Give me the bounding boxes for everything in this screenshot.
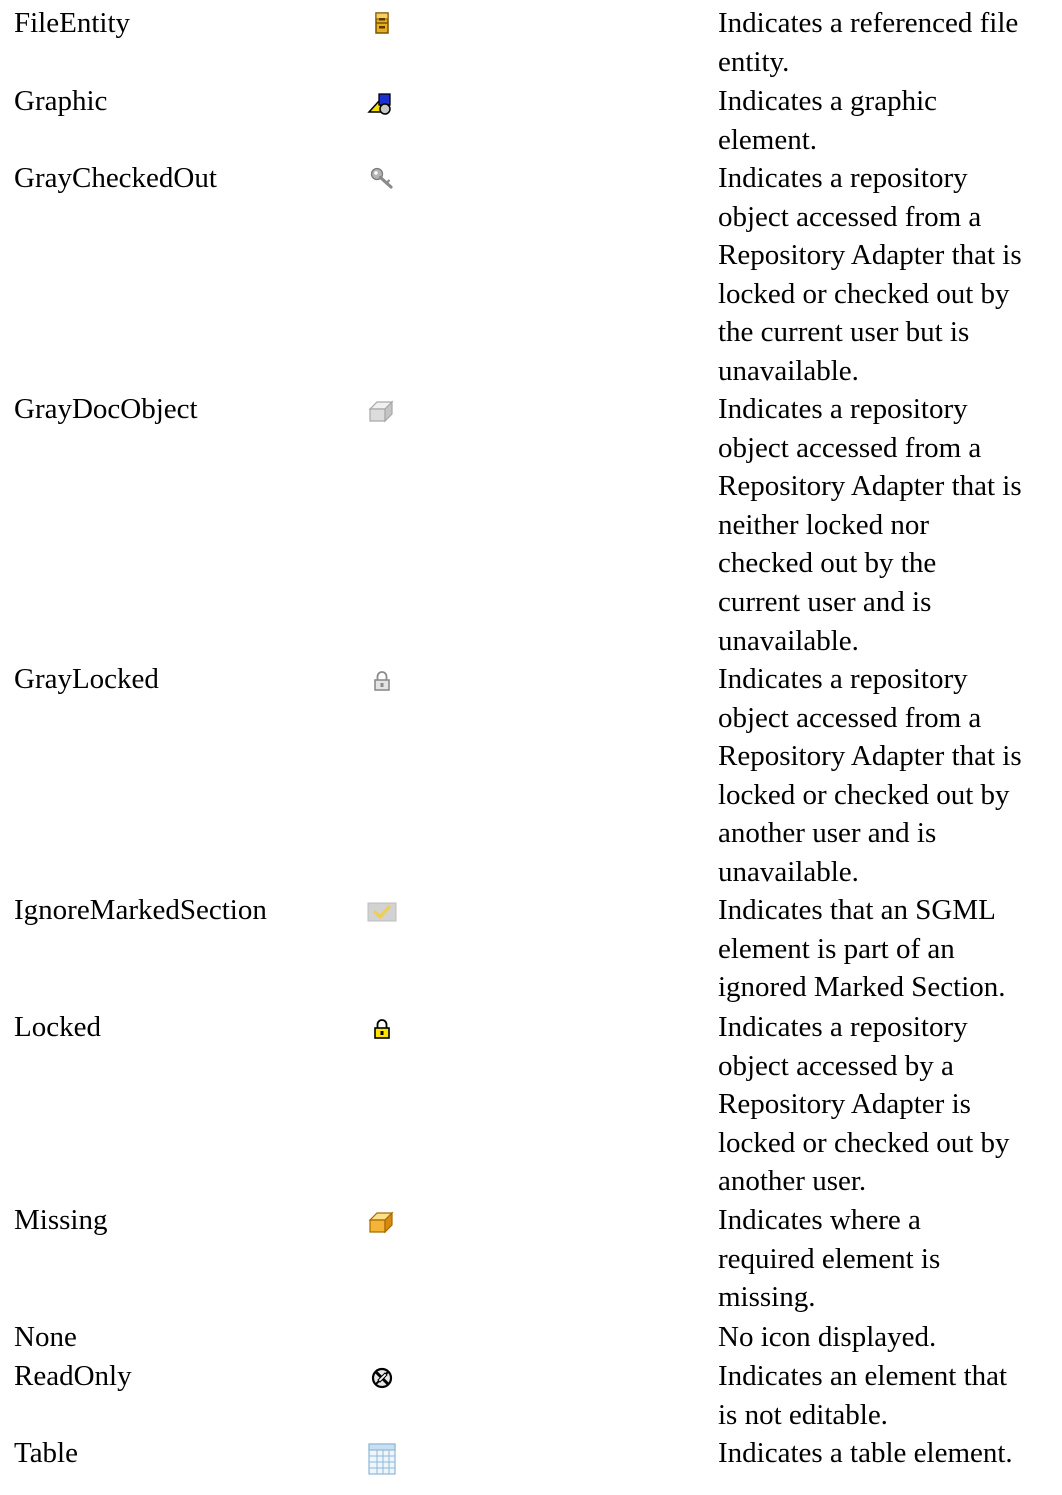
gray-cube-icon	[367, 398, 397, 424]
table-row: GrayLocked Indicates a repository object…	[0, 656, 1062, 888]
table-row: ReadOnly Indicates an element that is no…	[0, 1353, 1062, 1431]
table-row: Graphic Indicates a graphic element.	[0, 78, 1062, 156]
row-name: IgnoreMarkedSection	[14, 894, 267, 926]
row-name: Locked	[14, 1011, 101, 1043]
row-name: Table	[14, 1437, 78, 1469]
row-name: GrayCheckedOut	[14, 162, 217, 194]
table-row: Table Indicates a table element.	[0, 1430, 1062, 1480]
row-name: GrayDocObject	[14, 393, 198, 425]
gray-key-icon	[367, 165, 397, 191]
row-name: None	[14, 1321, 77, 1353]
row-description: Indicates a repository object accessed f…	[718, 393, 1022, 657]
orange-cube-icon	[367, 1209, 397, 1235]
row-description: Indicates where a required element is mi…	[718, 1204, 941, 1314]
graphic-shapes-icon	[367, 90, 397, 116]
file-cabinet-icon	[367, 10, 397, 36]
row-description: Indicates a referenced file entity.	[718, 7, 1019, 78]
row-name: Missing	[14, 1204, 108, 1236]
row-name: FileEntity	[14, 7, 130, 39]
table-row: FileEntity Indicates a referenced file e…	[0, 0, 1062, 78]
table-row: GrayDocObject Indicates a repository obj…	[0, 386, 1062, 657]
gray-checkmark-icon	[367, 899, 397, 925]
row-name: ReadOnly	[14, 1360, 132, 1392]
row-description: Indicates a repository object accessed f…	[718, 663, 1022, 888]
table-row: IgnoreMarkedSection Indicates that an SG…	[0, 887, 1062, 1004]
table-row: None No icon displayed.	[0, 1314, 1062, 1353]
yellow-lock-icon	[367, 1016, 397, 1042]
table-grid-icon	[367, 1442, 397, 1476]
crossed-pencil-icon	[367, 1365, 397, 1391]
row-name: Graphic	[14, 85, 108, 117]
row-description: Indicates that an SGML element is part o…	[718, 894, 1006, 1004]
table-row: Missing Indicates where a required eleme…	[0, 1197, 1062, 1314]
row-description: Indicates a repository object accessed f…	[718, 162, 1022, 387]
table-row: GrayCheckedOut Indicates a repository ob…	[0, 155, 1062, 387]
row-description: Indicates a table element.	[718, 1437, 1013, 1469]
row-description: Indicates a graphic element.	[718, 85, 938, 156]
icon-reference-table: FileEntity Indicates a referenced file e…	[0, 0, 1062, 1480]
row-description: Indicates an element that is not editabl…	[718, 1360, 1008, 1431]
row-description: Indicates a repository object accessed b…	[718, 1011, 1010, 1198]
gray-lock-icon	[367, 668, 397, 694]
table-row: Locked Indicates a repository object acc…	[0, 1004, 1062, 1197]
row-description: No icon displayed.	[718, 1321, 937, 1353]
row-name: GrayLocked	[14, 663, 159, 695]
